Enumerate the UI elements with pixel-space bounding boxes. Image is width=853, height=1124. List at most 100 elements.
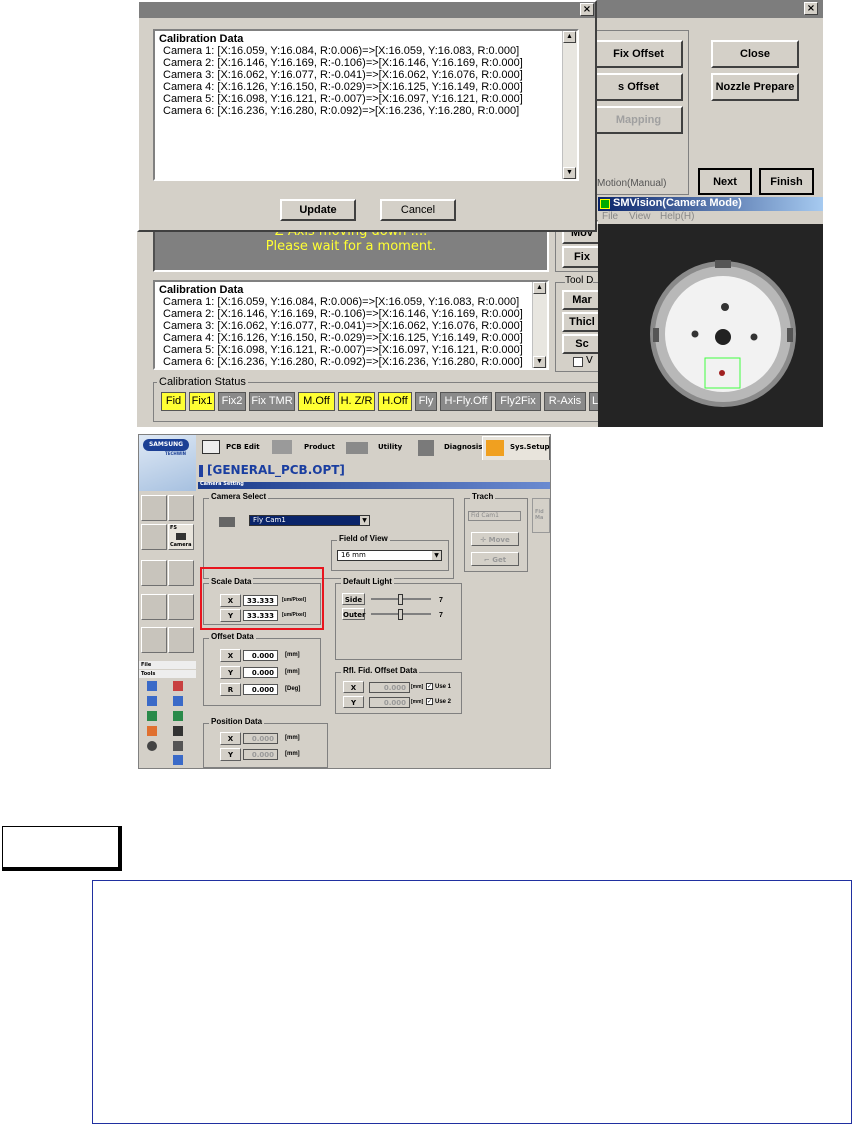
side-light-slider[interactable]	[371, 594, 431, 605]
user-icon[interactable]	[147, 696, 157, 706]
close-button[interactable]: Close	[711, 40, 799, 68]
outer-light-slider-thumb[interactable]	[398, 609, 403, 620]
outer-light-slider[interactable]	[371, 609, 431, 620]
v-checkbox-label: V	[586, 355, 593, 366]
tab-utility[interactable]: Utility	[342, 437, 410, 459]
book-icon[interactable]	[173, 755, 183, 765]
calibration-row: Camera 4: [X:16.126, Y:16.150, R:-0.029)…	[163, 332, 523, 344]
scale-button[interactable]: Sc	[562, 334, 602, 354]
calibration-list-scrollbar[interactable]: ▲ ▼	[532, 282, 547, 368]
offset-x-field[interactable]: 0.000	[243, 650, 278, 661]
camera-select-icon	[219, 517, 235, 527]
pos-x-field[interactable]: 0.000	[243, 733, 278, 744]
motion-manual-label: Motion(Manual)	[597, 178, 667, 189]
side-button-f7[interactable]	[141, 594, 167, 620]
calibration-dialog-close-button[interactable]: ×	[580, 3, 594, 16]
side-button-f8[interactable]	[168, 594, 194, 620]
calibration-dialog-scrollbar[interactable]: ▲ ▼	[562, 31, 577, 179]
calibration-status-chips: Fid Fix1 Fix2 Fix TMR M.Off H. Z/R H.Off…	[161, 392, 601, 412]
fov-dropdown[interactable]: 16 mm ▼	[337, 550, 442, 561]
grid-icon[interactable]	[173, 681, 183, 691]
main-window-close-button[interactable]: ×	[804, 2, 818, 15]
camera-select-dropdown[interactable]: Fly Cam1 ▼	[249, 515, 370, 526]
vision-menu-view[interactable]: View	[629, 211, 651, 222]
home-icon[interactable]	[147, 681, 157, 691]
top-screenshot: × Fix Offset s Offset Mapping Close Nozz…	[137, 0, 823, 427]
side-light-slider-thumb[interactable]	[398, 594, 403, 605]
position-data-label: Position Data	[209, 717, 265, 726]
cancel-button[interactable]: Cancel	[380, 199, 456, 221]
ref-x-field[interactable]: 0.000	[369, 682, 410, 693]
side-button-f9[interactable]	[141, 627, 167, 653]
nozzle-prepare-button[interactable]: Nozzle Prepare	[711, 73, 799, 101]
vision-menu-help[interactable]: Help(H)	[660, 211, 694, 222]
ma-label: Ma	[535, 515, 544, 521]
info-icon[interactable]	[173, 726, 183, 736]
calibration-data-list[interactable]: Calibration Data Camera 1: [X:16.059, Y:…	[153, 280, 549, 370]
scroll-down-arrow-icon[interactable]: ▼	[533, 356, 546, 368]
arrow-icon[interactable]	[147, 711, 157, 721]
scroll-up-arrow-icon[interactable]: ▲	[533, 282, 546, 294]
tab-product[interactable]: Product	[268, 437, 338, 459]
update-button[interactable]: Update	[280, 199, 356, 221]
tools-menu-header[interactable]: Tools	[139, 670, 196, 678]
ref-x-unit: [mm]	[411, 684, 424, 690]
tool-icon[interactable]	[173, 711, 183, 721]
status-chip-fix1: Fix1	[189, 392, 215, 411]
fix-button[interactable]: Fix	[562, 246, 602, 268]
side-button-f6[interactable]	[168, 560, 194, 586]
v-checkbox[interactable]	[573, 357, 583, 367]
get-button[interactable]: ⌐ Get	[471, 552, 519, 566]
side-button-f5[interactable]	[141, 560, 167, 586]
offset-x-unit: [mm]	[285, 652, 300, 658]
people-icon[interactable]	[173, 696, 183, 706]
side-button-f1[interactable]	[141, 495, 167, 521]
next-button[interactable]: Next	[698, 168, 752, 195]
side-button-fs-label: FS	[170, 525, 178, 531]
vision-menu-file[interactable]: File	[602, 211, 618, 222]
pos-y-label: Y	[220, 748, 241, 761]
mark-button[interactable]: Mar	[562, 290, 602, 310]
pcb-edit-icon	[202, 440, 220, 454]
offset-r-unit: [Deg]	[285, 686, 301, 692]
scroll-up-arrow-icon[interactable]: ▲	[563, 31, 576, 43]
tab-sys-setup[interactable]: Sys.Setup	[482, 436, 550, 460]
use2-checkbox[interactable]: ✓	[426, 698, 433, 705]
side-button-f3[interactable]	[141, 524, 167, 550]
calibration-data-title: Calibration Data	[159, 284, 244, 296]
side-button-camera-label: Camera	[170, 542, 192, 548]
side-button-f2[interactable]	[168, 495, 194, 521]
file-menu-header[interactable]: File	[139, 661, 196, 669]
move-button-trach[interactable]: ✛ Move	[471, 532, 519, 546]
offset-r-field[interactable]: 0.000	[243, 684, 278, 695]
tab-diagnosis[interactable]: Diagnosis	[414, 437, 482, 459]
status-chip-fix-tmr: Fix TMR	[249, 392, 295, 411]
file-menu-label: File	[141, 662, 152, 668]
calibration-status-title: Calibration Status	[157, 376, 248, 388]
status-chip-h-fly-off: H-Fly.Off	[440, 392, 492, 411]
scroll-down-arrow-icon[interactable]: ▼	[563, 167, 576, 179]
check-icon[interactable]	[147, 726, 157, 736]
thickness-button[interactable]: Thicl	[562, 312, 602, 332]
finish-button[interactable]: Finish	[759, 168, 814, 195]
outer-light-label: Outer	[342, 608, 365, 620]
ref-y-field[interactable]: 0.000	[369, 697, 410, 708]
calibration-dialog-row: Camera 5: [X:16.098, Y:16.121, R:-0.007)…	[163, 93, 523, 105]
vision-title: SMVision(Camera Mode)	[613, 197, 742, 209]
offset-x-label: X	[220, 649, 241, 662]
pos-y-field[interactable]: 0.000	[243, 749, 278, 760]
pos-x-unit: [mm]	[285, 735, 300, 741]
get-icon: ⌐	[483, 556, 493, 564]
camera-tool-icon[interactable]	[173, 741, 183, 751]
trach-dropdown[interactable]: Fid Cam1	[468, 511, 521, 521]
offset-y-field[interactable]: 0.000	[243, 667, 278, 678]
tab-pcb-edit[interactable]: PCB Edit	[198, 437, 266, 459]
calibration-dialog-title: Calibration Data	[159, 33, 244, 45]
use1-checkbox[interactable]: ✓	[426, 683, 433, 690]
side-button-f10[interactable]	[168, 627, 194, 653]
font-icon[interactable]	[147, 741, 157, 751]
side-button-camera[interactable]: FS Camera	[168, 524, 194, 550]
fid-ma-button[interactable]: Fid Ma	[532, 498, 550, 533]
ref-fid-offset-label: Rfl. Fid. Offset Data	[341, 666, 420, 675]
calibration-dialog-list[interactable]: Calibration Data Camera 1: [X:16.059, Y:…	[153, 29, 579, 181]
